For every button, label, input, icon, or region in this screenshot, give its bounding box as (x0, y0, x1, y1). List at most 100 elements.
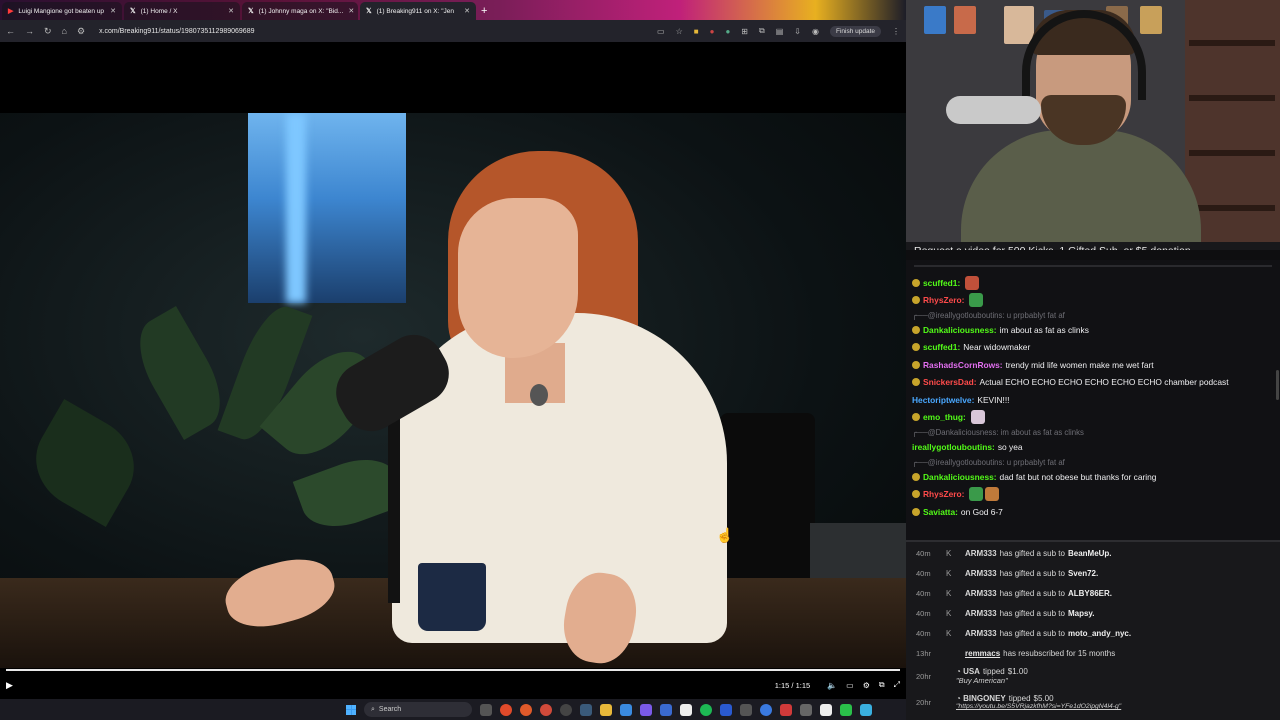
event-actor[interactable]: ARM333 (965, 589, 997, 598)
video-progress-bar[interactable] (6, 669, 900, 671)
app-icon[interactable] (740, 703, 752, 716)
event-age: 40m (916, 628, 931, 638)
app-icon[interactable] (860, 703, 872, 716)
pip-icon[interactable]: ⧉ (879, 680, 885, 690)
gift-sub-icon: K (946, 628, 952, 638)
tip-action: tipped (1008, 694, 1031, 703)
captions-icon[interactable]: ▭ (846, 681, 854, 690)
app-icon[interactable] (620, 703, 632, 716)
settings-gear-icon[interactable]: ⚙ (863, 681, 870, 690)
forward-icon[interactable]: → (25, 26, 34, 36)
event-action: has resubscribed for 15 months (1003, 648, 1116, 658)
event-row: 13hr remmacs has resubscribed for 15 month… (906, 643, 1280, 663)
downloads-icon[interactable]: ⇩ (794, 27, 801, 36)
app-icon[interactable] (760, 703, 772, 716)
chat-text: dad fat but not obese but thanks for car… (999, 471, 1157, 482)
app-icon[interactable] (800, 703, 812, 716)
task-view-icon[interactable] (480, 703, 492, 716)
chat-username[interactable]: ireallygotlouboutins: (912, 442, 995, 452)
event-target[interactable]: BeanMeUp. (1068, 549, 1112, 558)
browser-tab[interactable]: ▶ Luigi Mangione got beaten up ✕ (2, 2, 122, 20)
reply-text: @ireallygotlouboutins: u prpbablyt fat a… (927, 457, 1065, 467)
site-info-icon[interactable]: ⚙ (77, 26, 85, 37)
app-icon[interactable] (780, 703, 792, 716)
event-target[interactable]: Mapsy. (1068, 609, 1095, 618)
chrome-app-icon[interactable] (500, 703, 512, 716)
chrome-app-icon[interactable] (540, 703, 552, 716)
chat-message: Hectoriptwelve: KEVIN!!! (906, 391, 1280, 408)
app-icon[interactable] (720, 703, 732, 716)
chat-username[interactable]: scuffed1: (923, 342, 960, 352)
app-icon[interactable] (840, 703, 852, 716)
chat-username[interactable]: RhysZero: (923, 295, 964, 305)
chat-username[interactable]: scuffed1: (923, 278, 960, 288)
chat-username[interactable]: Dankaliciousness: (923, 325, 997, 335)
back-icon[interactable]: ← (6, 26, 15, 36)
event-actor[interactable]: ARM333 (965, 609, 997, 618)
chat-username[interactable]: Dankaliciousness: (923, 472, 997, 482)
windows-taskbar: ⌕ Search (0, 699, 906, 720)
taskbar-search[interactable]: ⌕ Search (364, 702, 472, 717)
menu-dots-icon[interactable]: ⋮ (892, 27, 900, 36)
extension-icon[interactable]: ⊞ (741, 27, 748, 36)
chat-username[interactable]: RashadsCornRows: (923, 360, 1003, 370)
bookmark-star-icon[interactable]: ☆ (676, 27, 683, 36)
tip-actor[interactable]: BINGONEY (963, 694, 1006, 703)
event-actor[interactable]: ARM333 (965, 549, 997, 558)
discord-app-icon[interactable] (640, 703, 652, 716)
chat-username[interactable]: RhysZero: (923, 489, 964, 499)
tip-amount: $5.00 (1033, 694, 1054, 703)
extensions-puzzle-icon[interactable]: ⧉ (759, 26, 765, 36)
app-icon[interactable] (580, 703, 592, 716)
windows-start-icon[interactable] (346, 704, 356, 715)
browser-tab[interactable]: 𝕏 (1) Breaking911 on X: "Jen ✕ (360, 2, 476, 20)
volume-icon[interactable]: 🔈 (827, 681, 837, 690)
close-tab-icon[interactable]: ✕ (228, 7, 234, 15)
chat-username[interactable]: Saviatta: (923, 507, 958, 517)
tip-age: 20hr (916, 698, 932, 707)
extension-icon[interactable]: ● (725, 27, 730, 36)
event-target[interactable]: moto_andy_nyc. (1068, 629, 1131, 638)
home-icon[interactable]: ⌂ (62, 26, 67, 36)
chat-username[interactable]: Hectoriptwelve: (912, 395, 974, 405)
chat-username[interactable]: SnickersDad: (923, 377, 977, 387)
event-actor[interactable]: ARM333 (965, 629, 997, 638)
chat-text: so yea (997, 442, 1023, 452)
event-target[interactable]: Sven72. (1068, 569, 1098, 578)
app-icon[interactable] (820, 703, 832, 716)
event-actor[interactable]: remmacs (965, 649, 1000, 658)
side-panel-icon[interactable]: ▤ (776, 27, 784, 36)
close-tab-icon[interactable]: ✕ (464, 7, 470, 15)
extension-icon[interactable]: ● (710, 27, 715, 36)
event-actor[interactable]: ARM333 (965, 569, 997, 578)
close-tab-icon[interactable]: ✕ (348, 7, 354, 15)
chat-scrollbar[interactable] (1276, 370, 1279, 400)
video-frame[interactable] (0, 113, 906, 668)
browser-tab[interactable]: 𝕏 (1) Johnny maga on X: "Bid... ✕ (242, 2, 358, 20)
close-tab-icon[interactable]: ✕ (110, 7, 116, 15)
app-icon[interactable] (680, 703, 692, 716)
chat-username[interactable]: emo_thug: (923, 412, 966, 422)
cast-icon[interactable]: ▭ (657, 27, 665, 36)
obs-app-icon[interactable] (560, 703, 572, 716)
reload-icon[interactable]: ↻ (44, 26, 52, 37)
tip-actor[interactable]: USA (963, 667, 980, 676)
app-icon[interactable] (660, 703, 672, 716)
address-bar[interactable]: x.com/Breaking911/status/198073511298906… (99, 28, 254, 35)
finish-update-button[interactable]: Finish update (829, 25, 881, 37)
file-explorer-icon[interactable] (600, 703, 612, 716)
event-target[interactable]: ALBY86ER. (1068, 589, 1112, 598)
chrome-app-icon[interactable] (520, 703, 532, 716)
extension-folder-icon[interactable]: ■ (694, 27, 699, 36)
browser-tab[interactable]: 𝕏 (1) Home / X ✕ (124, 2, 240, 20)
tip-message-link[interactable]: "https://youtu.be/S5VRjazkfhM?si=YFe1dO2… (956, 703, 1280, 710)
video-player[interactable]: ☝ ▶ 1:15 / 1:15 🔈 ▭ ⚙ ⧉ ⤢ (0, 42, 906, 699)
chat-panel[interactable]: scuffed1: RhysZero: ╭── @ireallygotloubout… (906, 260, 1280, 540)
gift-sub-icon: K (946, 548, 952, 558)
fullscreen-icon[interactable]: ⤢ (894, 680, 900, 690)
spotify-app-icon[interactable] (700, 703, 712, 716)
play-icon[interactable]: ▶ (6, 680, 13, 691)
background-light-panel (248, 113, 406, 303)
profile-avatar-icon[interactable]: ◉ (812, 27, 819, 36)
new-tab-icon[interactable]: + (481, 2, 487, 20)
